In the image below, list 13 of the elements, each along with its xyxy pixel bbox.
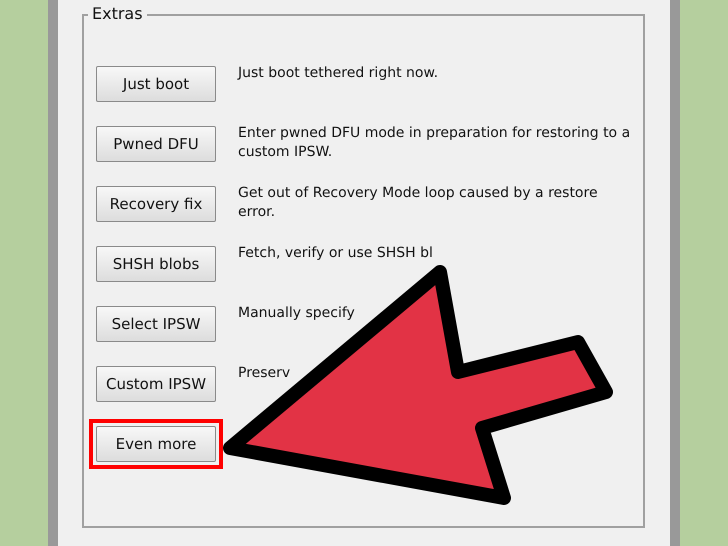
action-button[interactable]: Custom IPSW	[96, 366, 216, 402]
description-text: Just boot tethered right now.	[238, 64, 440, 83]
description-text: Manually specify	[238, 304, 356, 323]
action-button[interactable]: Even more	[96, 426, 216, 462]
description-text: Get out of Recovery Mode loop caused by a restore error.	[238, 184, 599, 222]
action-button[interactable]: Pwned DFU	[96, 126, 216, 162]
description-text: Enter pwned DFU mode in preparation for restoring to a custom IPSW.	[238, 124, 631, 162]
action-button[interactable]: Just boot	[96, 66, 216, 102]
description-text: Preserv	[238, 364, 292, 383]
action-button[interactable]: Recovery fix	[96, 186, 216, 222]
action-button[interactable]: SHSH blobs	[96, 246, 216, 282]
action-button[interactable]: Select IPSW	[96, 306, 216, 342]
description-text: Fetch, verify or use SHSH bl	[238, 244, 434, 263]
